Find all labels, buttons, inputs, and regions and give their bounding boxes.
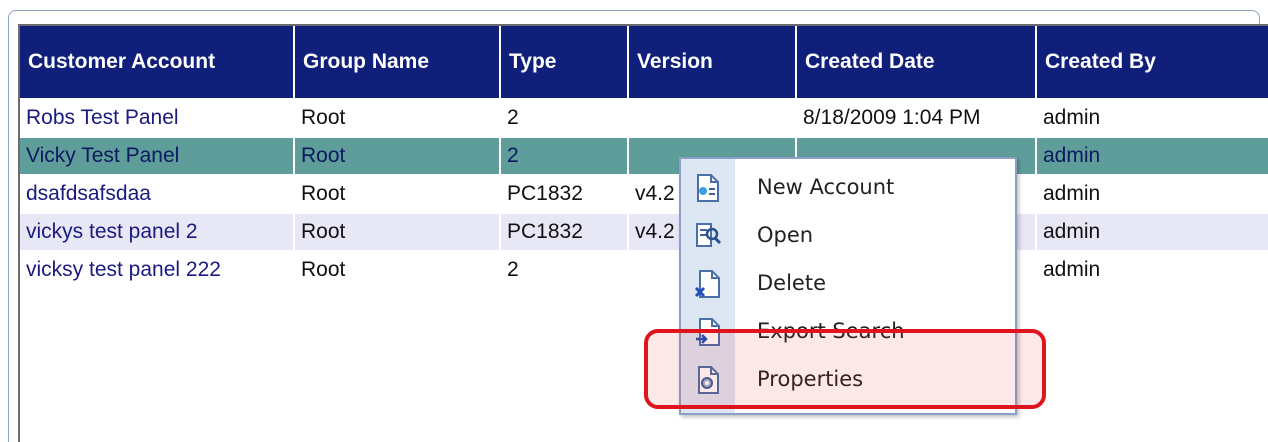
header-group-name[interactable]: Group Name (294, 26, 501, 100)
cell-customer: vickys test panel 2 (20, 213, 295, 252)
menu-item-label: Delete (757, 271, 826, 295)
table-row[interactable]: vickys test panel 2 Root PC1832 v4.2 adm… (20, 213, 1268, 252)
menu-item-delete[interactable]: Delete (681, 261, 1015, 309)
menu-item-open[interactable]: Open (681, 213, 1015, 261)
cell-type: 2 (500, 99, 629, 138)
open-icon (694, 221, 722, 251)
cell-group: Root (294, 175, 501, 214)
cell-created-date: 8/18/2009 1:04 PM (796, 99, 1037, 138)
accounts-table: Customer Account Group Name Type Version… (20, 26, 1268, 290)
table-row-selected[interactable]: Vicky Test Panel Root 2 admin (20, 137, 1268, 176)
menu-item-label: New Account (757, 175, 895, 199)
delete-icon (694, 269, 722, 299)
header-created-by[interactable]: Created By (1036, 26, 1268, 100)
header-type[interactable]: Type (500, 26, 629, 100)
cell-type: 2 (500, 137, 629, 176)
cell-created-by: admin (1036, 175, 1268, 214)
cell-group: Root (294, 213, 501, 252)
table-row[interactable]: dsafdsafsdaa Root PC1832 v4.2 admin (20, 175, 1268, 214)
cell-created-by: admin (1036, 137, 1268, 176)
cell-created-by: admin (1036, 251, 1268, 290)
cell-created-by: admin (1036, 213, 1268, 252)
cell-customer: Vicky Test Panel (20, 137, 295, 176)
properties-highlight-callout (644, 329, 1046, 409)
cell-created-by: admin (1036, 99, 1268, 138)
cell-customer: dsafdsafsdaa (20, 175, 295, 214)
cell-group: Root (294, 99, 501, 138)
table-row[interactable]: Robs Test Panel Root 2 8/18/2009 1:04 PM… (20, 99, 1268, 138)
cell-type: 2 (500, 251, 629, 290)
accounts-grid: Customer Account Group Name Type Version… (18, 24, 1268, 442)
cell-customer: Robs Test Panel (20, 99, 295, 138)
cell-type: PC1832 (500, 213, 629, 252)
header-customer-account[interactable]: Customer Account (20, 26, 295, 100)
header-created-date[interactable]: Created Date (796, 26, 1037, 100)
menu-item-label: Open (757, 223, 814, 247)
new-account-icon (694, 173, 722, 203)
cell-type: PC1832 (500, 175, 629, 214)
cell-group: Root (294, 137, 501, 176)
menu-item-new-account[interactable]: New Account (681, 165, 1015, 213)
table-row[interactable]: vicksy test panel 222 Root 2 admin (20, 251, 1268, 290)
cell-customer: vicksy test panel 222 (20, 251, 295, 290)
table-header-row: Customer Account Group Name Type Version… (20, 26, 1268, 100)
cell-group: Root (294, 251, 501, 290)
header-version[interactable]: Version (628, 26, 797, 100)
cell-version (628, 99, 797, 138)
